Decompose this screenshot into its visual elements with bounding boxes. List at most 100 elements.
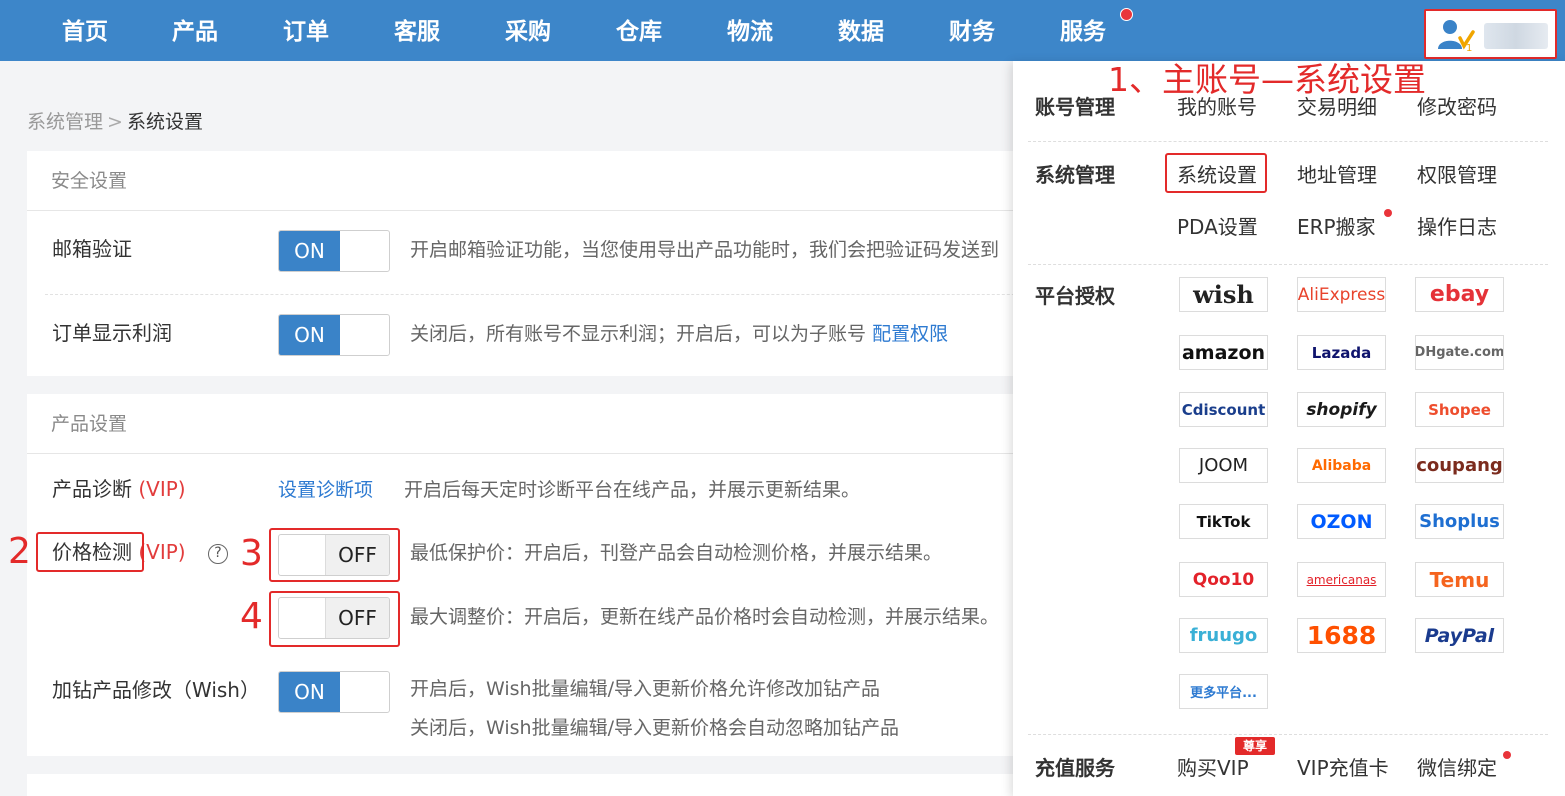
more-platforms-button[interactable]: 更多平台... xyxy=(1179,674,1268,709)
vip-tag: (VIP) xyxy=(138,540,186,564)
toggle-on-label: ON xyxy=(279,672,340,712)
breadcrumb-root[interactable]: 系统管理 xyxy=(27,111,103,133)
nav-item-warehouse[interactable]: 仓库 xyxy=(616,15,662,49)
drill-product-edit-toggle[interactable]: ON xyxy=(278,671,390,713)
platform-logo-qoo10[interactable]: Qoo10 xyxy=(1179,562,1268,597)
menu-item-pda-settings[interactable]: PDA设置 xyxy=(1177,213,1258,241)
menu-item-vip-recharge-card[interactable]: VIP充值卡 xyxy=(1297,754,1389,782)
nav-item-purchasing[interactable]: 采购 xyxy=(505,15,551,49)
dashed-divider xyxy=(45,294,1120,295)
min-protect-price-desc: 最低保护价：开启后，刊登产品会自动检测价格，并展示结果。 xyxy=(410,542,943,564)
annotation-step-1: 1、主账号—系统设置 xyxy=(1108,60,1426,99)
top-nav: 首页 产品 订单 客服 采购 仓库 物流 数据 财务 服务 1 xyxy=(0,0,1565,61)
configure-permissions-link[interactable]: 配置权限 xyxy=(872,323,948,345)
menu-item-address-management[interactable]: 地址管理 xyxy=(1297,161,1377,189)
breadcrumb-separator: > xyxy=(107,111,123,133)
platform-logo-joom[interactable]: JOOM xyxy=(1179,448,1268,483)
email-verify-label: 邮箱验证 xyxy=(52,237,132,261)
platform-logo-ebay[interactable]: ebay xyxy=(1415,277,1504,312)
nav-item-home[interactable]: 首页 xyxy=(62,15,108,49)
erp-notification-dot xyxy=(1384,209,1392,217)
drill-product-edit-desc-off: 关闭后，Wish批量编辑/导入更新价格会自动忽略加钻产品 xyxy=(410,717,899,739)
menu-item-change-password[interactable]: 修改密码 xyxy=(1417,93,1497,121)
drill-product-edit-label: 加钻产品修改（Wish） xyxy=(52,678,260,702)
product-diagnosis-desc: 开启后每天定时诊断平台在线产品，并展示更新结果。 xyxy=(404,479,861,501)
annotation-step-2: 2 xyxy=(8,531,31,572)
breadcrumb-current: 系统设置 xyxy=(126,111,203,133)
product-settings-panel: 产品设置 产品诊断 (VIP) 设置诊断项 开启后每天定时诊断平台在线产品，并展… xyxy=(27,394,1127,756)
drill-product-edit-desc-on: 开启后，Wish批量编辑/导入更新价格允许修改加钻产品 xyxy=(410,678,880,700)
platform-logo-shoplus[interactable]: Shoplus xyxy=(1415,504,1504,539)
order-profit-label: 订单显示利润 xyxy=(52,321,172,345)
menu-item-erp-migration[interactable]: ERP搬家 xyxy=(1297,213,1376,241)
max-adjust-price-desc: 最大调整价：开启后，更新在线产品价格时会自动检测，并展示结果。 xyxy=(410,606,1000,628)
order-profit-desc-text: 关闭后，所有账号不显示利润；开启后，可以为子账号 xyxy=(410,323,867,345)
platform-logo-cdiscount[interactable]: Cdiscount xyxy=(1179,392,1268,427)
platform-logo-americanas[interactable]: americanas xyxy=(1297,562,1386,597)
order-profit-toggle[interactable]: ON xyxy=(278,314,390,356)
platform-logo-alibaba[interactable]: Alibaba xyxy=(1297,448,1386,483)
toggle-on-label: ON xyxy=(279,315,340,355)
product-settings-title: 产品设置 xyxy=(51,413,128,435)
nav-item-finance[interactable]: 财务 xyxy=(949,15,995,49)
annotation-box-system-settings xyxy=(1165,153,1267,193)
menu-item-my-account[interactable]: 我的账号 xyxy=(1177,93,1257,121)
email-verify-toggle[interactable]: ON xyxy=(278,230,390,272)
help-icon[interactable]: ? xyxy=(208,544,228,564)
annotation-box-min-toggle xyxy=(269,528,400,582)
menu-section-platform: 平台授权 xyxy=(1035,284,1115,308)
services-notification-dot xyxy=(1120,8,1133,21)
product-diagnosis-label: 产品诊断 (VIP) xyxy=(52,475,186,503)
annotation-box-max-toggle xyxy=(269,591,400,647)
dashed-divider xyxy=(1028,264,1548,265)
toggle-on-label: ON xyxy=(279,231,340,271)
breadcrumb: 系统管理 > 系统设置 xyxy=(27,109,203,135)
username-blurred xyxy=(1484,23,1548,49)
menu-section-account: 账号管理 xyxy=(1035,95,1115,119)
platform-logo-tiktok[interactable]: TikTok xyxy=(1179,504,1268,539)
platform-logo-amazon[interactable]: amazon xyxy=(1179,335,1268,370)
platform-logo-shopee[interactable]: Shopee xyxy=(1415,392,1504,427)
set-diagnosis-items-link[interactable]: 设置诊断项 xyxy=(278,476,373,504)
platform-logo-dhgate[interactable]: DHgate.com xyxy=(1415,335,1504,370)
user-menu-button[interactable]: 1 xyxy=(1424,9,1557,59)
divider xyxy=(27,210,1127,211)
nav-item-logistics[interactable]: 物流 xyxy=(727,15,773,49)
wechat-notification-dot xyxy=(1503,751,1511,759)
platform-logo-coupang[interactable]: coupang xyxy=(1415,448,1504,483)
annotation-step-4: 4 xyxy=(240,596,263,637)
platform-logo-shopify[interactable]: shopify xyxy=(1297,392,1386,427)
divider xyxy=(27,453,1127,454)
account-dropdown-menu: 1、主账号—系统设置 账号管理 我的账号 交易明细 修改密码 系统管理 系统设置… xyxy=(1013,60,1565,796)
nav-item-customer-service[interactable]: 客服 xyxy=(394,15,440,49)
menu-item-permission-management[interactable]: 权限管理 xyxy=(1417,161,1497,189)
nav-item-services[interactable]: 服务 xyxy=(1060,15,1106,49)
platform-logo-wish[interactable]: wish xyxy=(1179,277,1268,312)
menu-section-recharge: 充值服务 xyxy=(1035,756,1115,780)
security-settings-title: 安全设置 xyxy=(51,170,128,192)
menu-item-operation-log[interactable]: 操作日志 xyxy=(1417,213,1497,241)
platform-logo-temu[interactable]: Temu xyxy=(1415,562,1504,597)
platform-logo-ozon[interactable]: OZON xyxy=(1297,504,1386,539)
user-sub-count: 1 xyxy=(1466,43,1472,52)
annotation-step-3: 3 xyxy=(240,533,263,574)
email-verify-desc: 开启邮箱验证功能，当您使用导出产品功能时，我们会把验证码发送到 xyxy=(410,239,1000,261)
platform-logo-fruugo[interactable]: fruugo xyxy=(1179,618,1268,653)
annotation-box-price-check xyxy=(36,532,144,572)
vip-tag: (VIP) xyxy=(138,477,186,501)
nav-item-products[interactable]: 产品 xyxy=(172,15,218,49)
platform-logo-paypal[interactable]: PayPal xyxy=(1415,618,1504,653)
platform-logo-lazada[interactable]: Lazada xyxy=(1297,335,1386,370)
order-profit-desc: 关闭后，所有账号不显示利润；开启后，可以为子账号 配置权限 xyxy=(410,320,948,348)
menu-section-system: 系统管理 xyxy=(1035,163,1115,187)
menu-item-wechat-binding[interactable]: 微信绑定 xyxy=(1417,754,1497,782)
dashed-divider xyxy=(1028,734,1548,735)
platform-logo-aliexpress[interactable]: AliExpress xyxy=(1297,277,1386,312)
dashed-divider xyxy=(1028,141,1548,142)
user-icon: 1 xyxy=(1438,20,1475,52)
platform-logo-1688[interactable]: 1688 xyxy=(1297,618,1386,653)
menu-item-buy-vip[interactable]: 购买VIP xyxy=(1177,754,1249,782)
nav-item-data[interactable]: 数据 xyxy=(838,15,884,49)
menu-item-transactions[interactable]: 交易明细 xyxy=(1297,93,1377,121)
nav-item-orders[interactable]: 订单 xyxy=(283,15,329,49)
